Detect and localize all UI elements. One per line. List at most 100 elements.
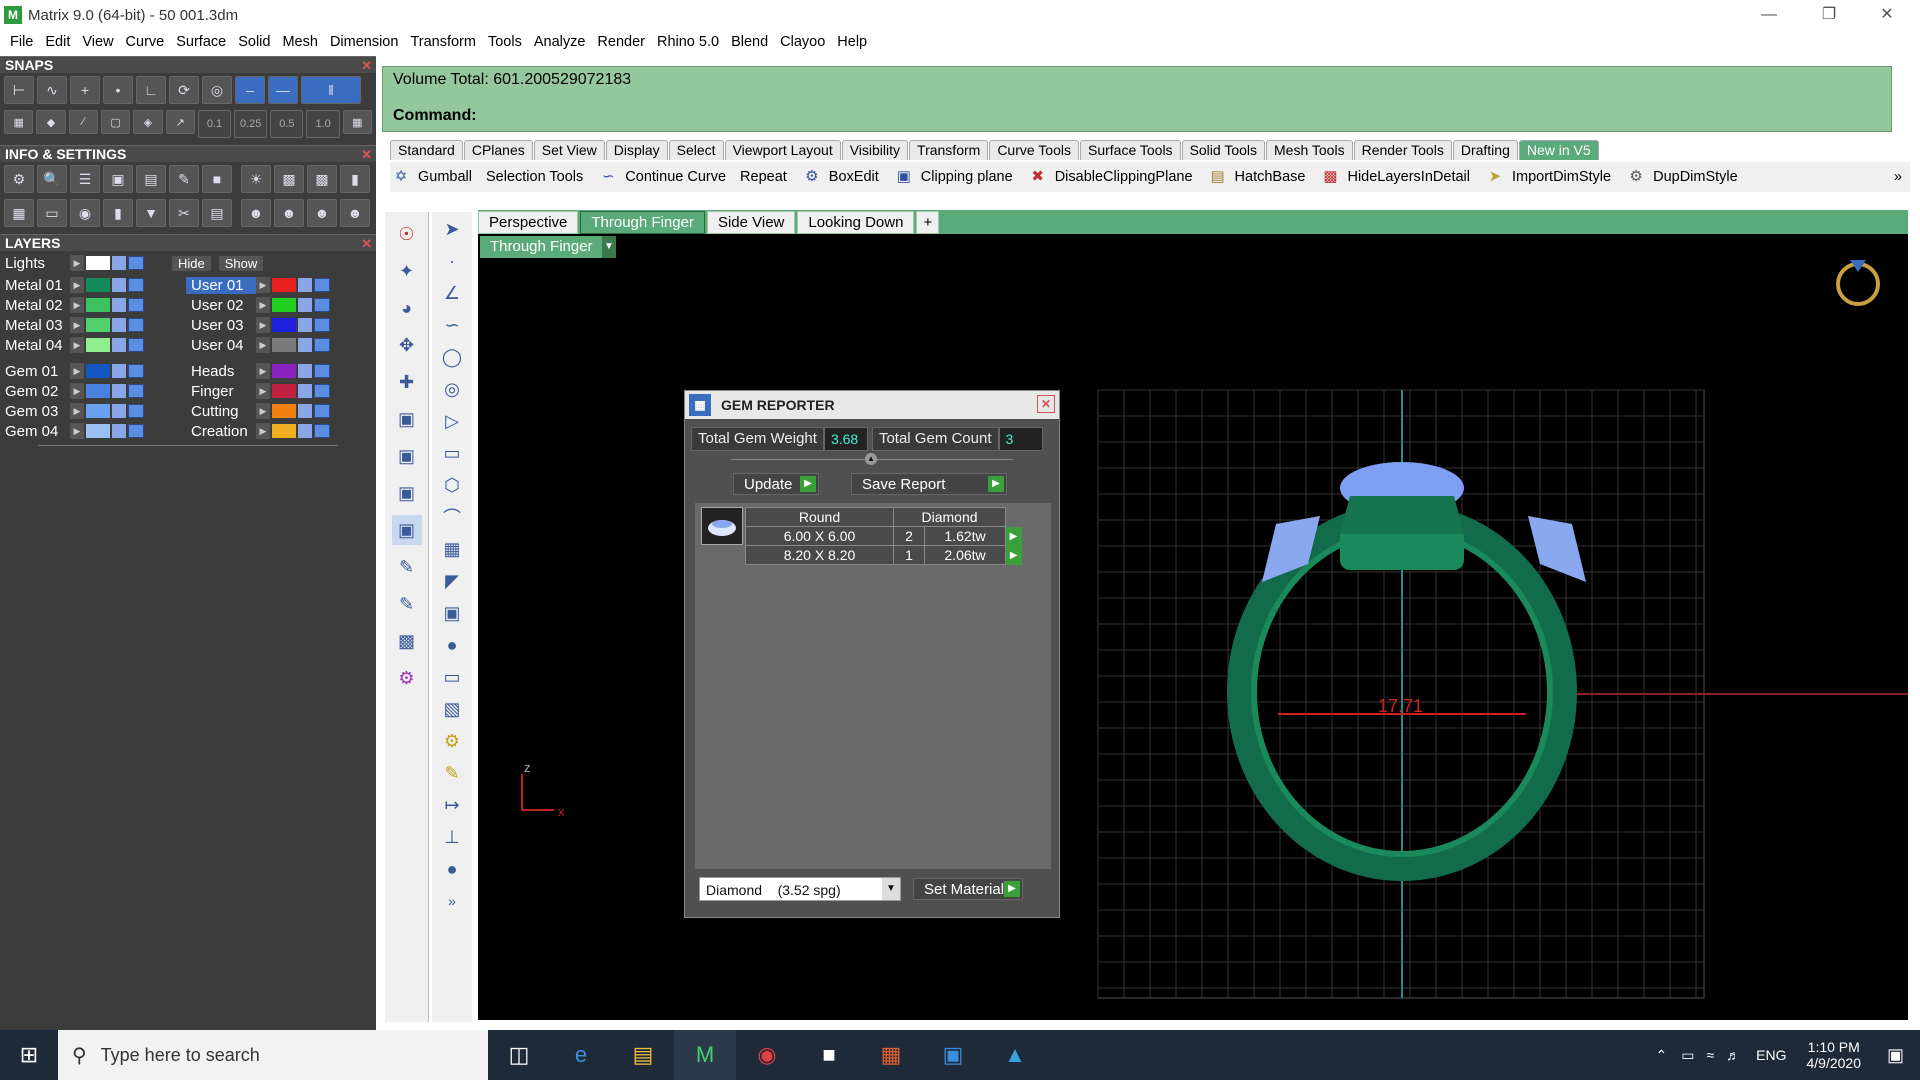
render-icon[interactable]: ▮ [340,165,370,193]
planar-icon[interactable]: ∕ [68,110,98,134]
box-view3-icon[interactable]: ▣ [392,478,422,508]
tools-icon[interactable]: ✂ [169,199,199,227]
dot-icon[interactable]: ∙ [437,246,467,276]
visible-icon[interactable] [314,338,330,352]
lock-icon[interactable] [112,424,126,438]
lock-icon[interactable] [298,318,312,332]
vp-tab-perspective[interactable]: Perspective [478,210,579,234]
filter-icon[interactable]: ▼ [136,199,166,227]
menu-render[interactable]: Render [591,34,651,50]
figure2-icon[interactable]: ☻ [274,199,304,227]
menu-edit[interactable]: Edit [39,34,76,50]
show-button[interactable]: Show [218,255,264,271]
visible-icon[interactable] [314,298,330,312]
expand-icon[interactable]: ▶ [70,317,84,333]
table-row[interactable]: 6.00 X 6.00 2 1.62tw ▶ [745,526,1022,546]
battery-icon[interactable]: ▭ [1681,1047,1694,1064]
menu-tools[interactable]: Tools [482,34,528,50]
layer-name[interactable]: User 04 [186,337,256,354]
visible-icon[interactable] [128,384,144,398]
expand-icon[interactable]: ▶ [70,337,84,353]
collapse-icon[interactable]: ▲ [865,453,877,465]
layer-color[interactable] [272,404,296,418]
triangle-icon[interactable]: ▷ [437,406,467,436]
search-box[interactable]: ⚲ Type here to search [58,1030,488,1080]
grid-snap-icon[interactable]: ▦ [342,110,372,134]
snap-tan-icon[interactable]: – [235,76,265,104]
frame-view-icon[interactable]: ▩ [392,626,422,656]
snap-end-icon[interactable]: ⊢ [4,76,34,104]
disable-clipping-button[interactable]: ✖ DisableClippingPlane [1027,166,1192,188]
visible-icon[interactable] [314,318,330,332]
table-row[interactable]: 8.20 X 8.20 1 2.06tw ▶ [745,545,1022,565]
monitor-icon[interactable]: ▭ [37,199,67,227]
tab-new-in-v5[interactable]: New in V5 [1518,140,1599,160]
figure4-icon[interactable]: ☻ [340,199,370,227]
lock-icon[interactable] [298,298,312,312]
brush2-icon[interactable]: ✎ [392,589,422,619]
surface-icon[interactable]: ▦ [437,534,467,564]
dup-dimstyle-button[interactable]: ⚙ DupDimStyle [1625,166,1737,188]
layer-color[interactable] [272,298,296,312]
gem-thumbnail[interactable] [701,507,743,545]
notifications-icon[interactable]: ▣ [1887,1045,1904,1066]
expand-icon[interactable]: ▶ [256,383,270,399]
wifi-icon[interactable]: ≈ [1706,1047,1714,1063]
box-icon[interactable]: ▣ [103,165,133,193]
import-dimstyle-button[interactable]: ➤ ImportDimStyle [1484,166,1611,188]
hide-button[interactable]: Hide [172,255,211,271]
lock-icon[interactable] [112,318,126,332]
vp-tab-looking-down[interactable]: Looking Down [797,210,915,234]
chevron-down-icon[interactable]: ▼ [882,878,900,900]
snap-value-10[interactable]: 1.0 [306,110,340,138]
layer-name[interactable]: Gem 03 [0,403,70,420]
frame-icon[interactable]: ▩ [274,165,304,193]
layer-color[interactable] [86,404,110,418]
vp-tab-side-view[interactable]: Side View [706,210,796,234]
box-view-icon[interactable]: ▣ [392,404,422,434]
snap-value-05[interactable]: 0.5 [270,110,304,138]
expand-icon[interactable]: ▶ [70,297,84,313]
expand-icon[interactable]: ▶ [256,297,270,313]
clipping-plane-button[interactable]: ▣ Clipping plane [893,166,1013,188]
expand-icon[interactable]: ▶ [70,363,84,379]
chevron-up-icon[interactable]: ⌃ [1655,1047,1667,1064]
command-input[interactable] [475,105,1865,127]
restore-button[interactable]: ❐ [1800,0,1858,30]
tab-curve-tools[interactable]: Curve Tools [989,140,1079,160]
visible-icon[interactable] [128,424,144,438]
viewport-label[interactable]: Through Finger ▼ [480,236,616,258]
start-button[interactable]: ⊞ [0,1030,58,1080]
menu-view[interactable]: View [76,34,119,50]
snap-toggle-icon[interactable]: ‖ [301,76,361,104]
menu-curve[interactable]: Curve [120,34,171,50]
layer-name[interactable]: Cutting [186,403,256,420]
close-icon[interactable]: ✕ [361,57,372,74]
layer-color[interactable] [272,338,296,352]
lock-icon[interactable] [298,364,312,378]
globe-icon[interactable]: ◕ [392,293,422,323]
expand-icon[interactable]: ▶ [256,337,270,353]
windows-icon[interactable]: ▦ [4,199,34,227]
expand-icon[interactable]: ▶ [256,363,270,379]
snap-value-01[interactable]: 0.1 [197,110,232,138]
zoom-icon[interactable]: 🔍 [37,165,67,193]
sphere-icon[interactable]: ◉ [70,199,100,227]
circle2-tool-icon[interactable]: ◎ [437,374,467,404]
fillet-icon[interactable]: ⌒ [437,502,467,532]
layer-color[interactable] [86,318,110,332]
tab-visibility[interactable]: Visibility [841,140,909,160]
selection-tools-button[interactable]: Selection Tools [486,169,583,185]
layer-color[interactable] [86,278,110,292]
expand-icon[interactable]: ▶ [70,403,84,419]
continue-curve-button[interactable]: ∽ Continue Curve [597,166,726,188]
visible-icon[interactable] [128,278,144,292]
cylinder-tool-icon[interactable]: ▭ [437,662,467,692]
expand-icon[interactable]: ▶ [256,423,270,439]
panel-icon[interactable]: ▤ [202,199,232,227]
layer-name[interactable]: User 02 [186,297,256,314]
frame2-icon[interactable]: ▩ [307,165,337,193]
snap-perp-icon[interactable]: ◎ [202,76,232,104]
matrix-app-icon[interactable]: M [674,1030,736,1080]
lock-icon[interactable] [112,256,126,270]
